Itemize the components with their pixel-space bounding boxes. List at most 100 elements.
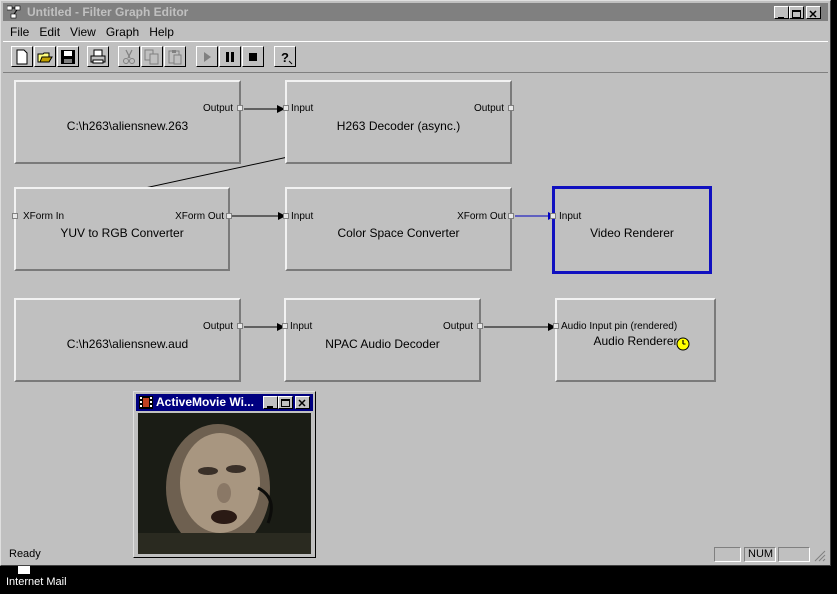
svg-text:?: ?: [281, 50, 289, 65]
filter-name: C:\h263\aliensnew.aud: [66, 337, 189, 351]
filter-color-space-converter[interactable]: Color Space Converter Input XForm Out: [283, 187, 514, 271]
filter-h263-decoder[interactable]: H263 Decoder (async.) Input Output: [283, 80, 514, 164]
filter-name: H263 Decoder (async.): [336, 119, 461, 133]
desktop-icon-label[interactable]: Internet Mail: [6, 576, 67, 588]
app-icon: [7, 5, 21, 19]
mail-icon[interactable]: [18, 566, 30, 574]
minimize-icon: [267, 406, 273, 408]
pin-output[interactable]: [477, 323, 483, 329]
pin-input-label: Audio Input pin (rendered): [561, 321, 678, 332]
status-text: Ready: [9, 548, 41, 560]
close-button[interactable]: [806, 6, 821, 19]
resize-grip-icon[interactable]: [814, 550, 826, 562]
play-icon: [204, 52, 211, 62]
pin-input[interactable]: [12, 213, 18, 219]
menu-edit[interactable]: Edit: [34, 23, 65, 39]
save-button[interactable]: [57, 46, 79, 67]
new-icon: [16, 49, 28, 65]
close-icon: [298, 399, 306, 407]
paste-button[interactable]: [164, 46, 186, 67]
filter-audio-renderer[interactable]: Audio Renderer Audio Input pin (rendered…: [553, 298, 716, 382]
clock-icon: [676, 337, 690, 351]
cut-button[interactable]: [118, 46, 140, 67]
menu-file[interactable]: File: [5, 23, 34, 39]
print-icon: [90, 49, 106, 64]
filter-name: C:\h263\aliensnew.263: [66, 119, 189, 133]
open-button[interactable]: [34, 46, 56, 67]
close-icon: [809, 10, 817, 18]
pin-input-label: Input: [290, 321, 313, 332]
child-title-bar[interactable]: ActiveMovie Wi...: [136, 394, 313, 411]
status-bar: Ready NUM: [3, 546, 828, 564]
copy-button[interactable]: [141, 46, 163, 67]
stop-button[interactable]: [242, 46, 264, 67]
pause-button[interactable]: [219, 46, 241, 67]
filter-graph-editor-window: Untitled - Filter Graph Editor File Edit V…: [0, 0, 831, 566]
help-button[interactable]: ?: [274, 46, 296, 67]
pin-input-label: XForm In: [23, 211, 65, 222]
filter-yuv-to-rgb[interactable]: YUV to RGB Converter XForm In XForm Out: [12, 187, 232, 271]
pause-icon: [226, 52, 234, 62]
menu-help[interactable]: Help: [144, 23, 179, 39]
filter-name: Video Renderer: [590, 226, 674, 240]
filter-name: YUV to RGB Converter: [60, 226, 184, 240]
title-bar[interactable]: Untitled - Filter Graph Editor: [3, 3, 828, 21]
child-window-title: ActiveMovie Wi...: [156, 395, 254, 409]
maximize-icon: [281, 399, 290, 407]
filter-name: Color Space Converter: [337, 226, 460, 240]
video-frame: [138, 413, 311, 554]
filter-source-audio[interactable]: C:\h263\aliensnew.aud Output: [14, 298, 243, 382]
maximize-icon: [792, 10, 801, 18]
filter-name: Audio Renderer: [593, 334, 678, 348]
pin-output-label: Output: [202, 321, 233, 332]
child-maximize-button[interactable]: [278, 396, 293, 409]
filter-source-video[interactable]: C:\h263\aliensnew.263 Output: [14, 80, 243, 164]
pin-output[interactable]: [508, 213, 514, 219]
pin-input[interactable]: [283, 213, 289, 219]
pin-input-label: Input: [559, 211, 582, 222]
pin-input[interactable]: [282, 323, 288, 329]
open-icon: [37, 52, 53, 63]
pin-output-label: Output: [473, 103, 504, 114]
child-close-button[interactable]: [295, 396, 310, 409]
filter-name: NPAC Audio Decoder: [325, 337, 440, 351]
stop-icon: [249, 53, 257, 61]
pin-input-label: Input: [291, 211, 314, 222]
menu-bar: File Edit View Graph Help: [5, 23, 179, 41]
print-button[interactable]: [87, 46, 109, 67]
pin-input[interactable]: [553, 323, 559, 329]
pin-output[interactable]: [237, 105, 243, 111]
new-button[interactable]: [11, 46, 33, 67]
status-panel-scroll: [778, 547, 810, 562]
maximize-button[interactable]: [789, 6, 804, 19]
help-icon: ?: [281, 50, 293, 65]
pin-output-label: XForm Out: [457, 211, 506, 222]
pin-output[interactable]: [237, 323, 243, 329]
cut-icon: [123, 49, 135, 64]
video-face-image: [138, 413, 311, 554]
pin-input-label: Input: [291, 103, 314, 114]
pin-output[interactable]: [226, 213, 232, 219]
pin-output-label: Output: [442, 321, 473, 332]
filter-npac-audio-decoder[interactable]: NPAC Audio Decoder Input Output: [282, 298, 483, 382]
film-icon: [139, 396, 153, 409]
child-minimize-button[interactable]: [263, 396, 278, 409]
filter-video-renderer[interactable]: Video Renderer Input: [550, 186, 712, 274]
menu-graph[interactable]: Graph: [101, 23, 144, 39]
activemovie-window[interactable]: ActiveMovie Wi...: [133, 391, 316, 558]
pin-output-label: XForm Out: [175, 211, 224, 222]
window-title: Untitled - Filter Graph Editor: [27, 5, 189, 19]
pin-output[interactable]: [508, 105, 514, 111]
minimize-icon: [778, 17, 784, 19]
copy-icon: [144, 49, 159, 65]
play-button[interactable]: [196, 46, 218, 67]
pin-input[interactable]: [283, 105, 289, 111]
graph-canvas[interactable]: C:\h263\aliensnew.263 Output H263 Decode…: [4, 73, 827, 545]
pin-output-label: Output: [202, 103, 233, 114]
pin-input[interactable]: [550, 213, 556, 219]
status-panel-num: NUM: [744, 547, 776, 562]
status-panel-caps: [714, 547, 741, 562]
toolbar: ?: [3, 41, 828, 73]
menu-view[interactable]: View: [65, 23, 101, 39]
minimize-button[interactable]: [774, 6, 789, 19]
